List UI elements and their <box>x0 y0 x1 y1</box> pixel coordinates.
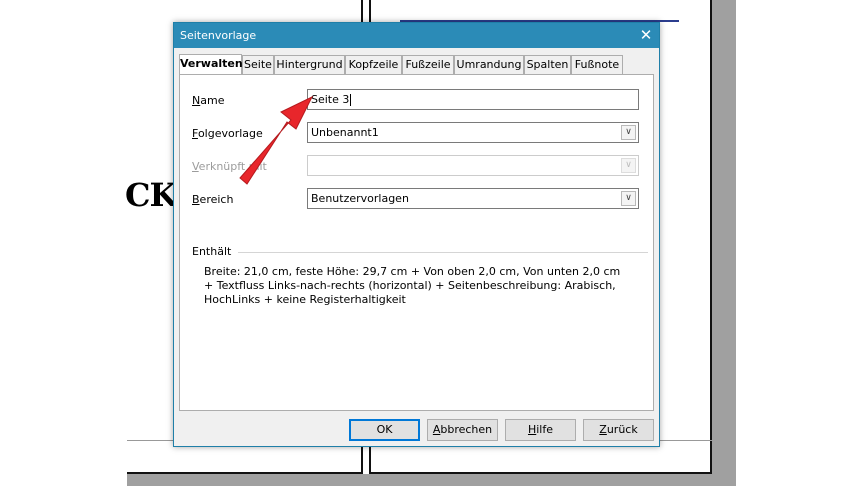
tab-hintergrund[interactable]: Hintergrund <box>274 55 345 74</box>
tab-umrandung[interactable]: Umrandung <box>454 55 524 74</box>
linked-with-label: Verknüpft mit <box>192 160 267 173</box>
contains-description: Breite: 21,0 cm, feste Höhe: 29,7 cm + V… <box>204 265 621 306</box>
tab-seite[interactable]: Seite <box>242 55 274 74</box>
tab-panel-verwalten: Name Seite 3 Folgevorlage Unbenannt1 ∨ V… <box>179 74 654 411</box>
next-style-label: Folgevorlage <box>192 127 263 140</box>
reset-button[interactable]: Zurück <box>583 419 654 441</box>
text-caret <box>350 94 352 106</box>
workspace-background-bottom <box>127 474 736 486</box>
tab-verwalten[interactable]: Verwalten <box>179 54 243 75</box>
tab-fussnote[interactable]: Fußnote <box>571 55 623 74</box>
cancel-button[interactable]: Abbrechen <box>427 419 498 441</box>
chevron-down-icon[interactable]: ∨ <box>621 191 636 206</box>
contains-heading: Enthält <box>192 245 235 258</box>
page-style-dialog: Seitenvorlage ✕ Verwalten Seite Hintergr… <box>173 22 660 447</box>
dialog-title: Seitenvorlage <box>180 29 257 42</box>
tab-fusszeile[interactable]: Fußzeile <box>402 55 454 74</box>
close-icon[interactable]: ✕ <box>636 25 656 45</box>
chevron-down-icon[interactable]: ∨ <box>621 125 636 140</box>
dialog-titlebar[interactable]: Seitenvorlage ✕ <box>174 23 659 48</box>
tab-spalten[interactable]: Spalten <box>524 55 571 74</box>
linked-with-dropdown: ∨ <box>307 155 639 176</box>
help-button[interactable]: Hilfe <box>505 419 576 441</box>
workspace-background <box>712 0 736 486</box>
name-label: Name <box>192 94 225 107</box>
ok-button[interactable]: OK <box>349 419 420 441</box>
group-divider <box>238 252 648 253</box>
name-input[interactable]: Seite 3 <box>307 89 639 110</box>
document-footer-line-right <box>660 440 712 441</box>
tab-kopfzeile[interactable]: Kopfzeile <box>345 55 402 74</box>
chevron-down-icon: ∨ <box>621 158 636 173</box>
document-heading-text: CK <box>125 176 177 214</box>
category-dropdown[interactable]: Benutzervorlagen ∨ <box>307 188 639 209</box>
category-label: Bereich <box>192 193 234 206</box>
next-style-dropdown[interactable]: Unbenannt1 ∨ <box>307 122 639 143</box>
document-footer-line <box>127 440 173 441</box>
